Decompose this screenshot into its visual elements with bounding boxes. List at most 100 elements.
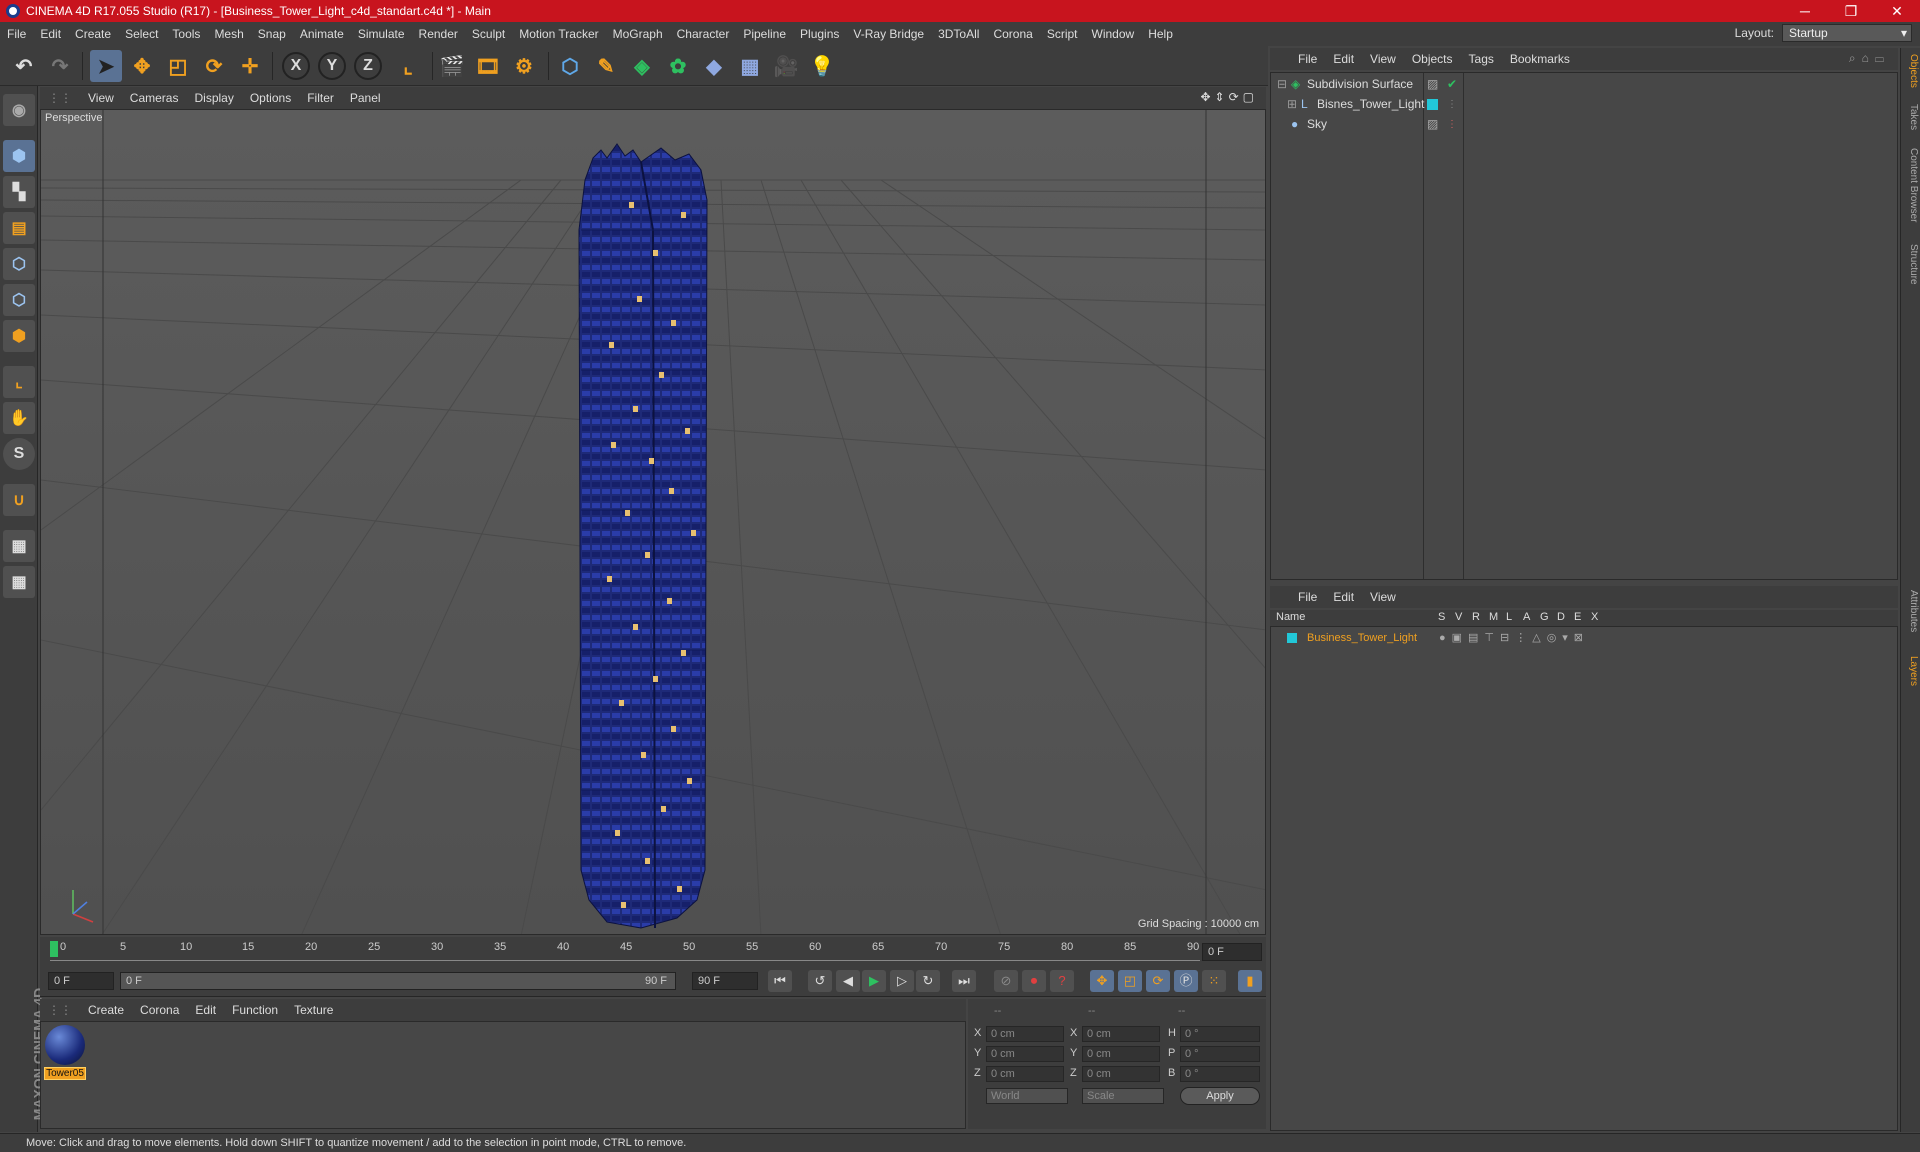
timeline-window-icon[interactable]: ▮: [1238, 970, 1262, 992]
menu-snap[interactable]: Snap: [251, 27, 293, 41]
go-to-end-icon[interactable]: ⏭: [952, 970, 976, 992]
menu-3dtoall[interactable]: 3DToAll: [931, 27, 986, 41]
tab-content-browser[interactable]: Content Browser: [1903, 148, 1919, 222]
material-menu-edit[interactable]: Edit: [187, 1003, 224, 1017]
layer-col-solo[interactable]: S: [1438, 611, 1445, 623]
current-frame-marker[interactable]: [50, 941, 58, 957]
menu-render[interactable]: Render: [412, 27, 465, 41]
objects-menu-view[interactable]: View: [1362, 52, 1404, 66]
snap-toggle-icon[interactable]: S: [3, 438, 35, 470]
rotate-tool-icon[interactable]: ⟳: [198, 50, 230, 82]
layout-dropdown[interactable]: Startup: [1782, 24, 1912, 42]
frame-range-slider[interactable]: 0 F 90 F: [120, 972, 676, 990]
viewport-menu-options[interactable]: Options: [242, 91, 299, 105]
business-tower-model[interactable]: [578, 143, 708, 929]
menu-character[interactable]: Character: [670, 27, 737, 41]
position-z-field[interactable]: 0 cm: [986, 1066, 1064, 1082]
x-axis-lock-button[interactable]: X: [282, 52, 310, 80]
previous-key-icon[interactable]: ↺: [808, 970, 832, 992]
start-frame-field[interactable]: 0 F: [48, 972, 114, 990]
render-picture-viewer-icon[interactable]: 🎞: [472, 50, 504, 82]
rotation-p-field[interactable]: 0 °: [1180, 1046, 1260, 1062]
tab-takes[interactable]: Takes: [1903, 104, 1919, 130]
tweak-mode-icon[interactable]: ✋: [3, 402, 35, 434]
objects-search-icon[interactable]: ⌕⌂▭: [1849, 51, 1890, 66]
cube-primitive-icon[interactable]: ⬡: [554, 50, 586, 82]
next-frame-icon[interactable]: ▷: [890, 970, 914, 992]
size-z-field[interactable]: 0 cm: [1082, 1066, 1160, 1082]
material-swatch[interactable]: Tower05: [44, 1025, 86, 1081]
visibility-dots-icon[interactable]: ⋮: [1447, 115, 1457, 134]
key-rotation-icon[interactable]: ⟳: [1146, 970, 1170, 992]
size-mode-dropdown[interactable]: Scale: [1082, 1088, 1164, 1104]
collapse-icon[interactable]: ⊟: [1277, 75, 1287, 94]
viewport-menu-view[interactable]: View: [80, 91, 122, 105]
z-axis-lock-button[interactable]: Z: [354, 52, 382, 80]
edges-mode-icon[interactable]: ⬡: [3, 284, 35, 316]
tab-attributes[interactable]: Attributes: [1903, 590, 1919, 632]
model-mode-icon[interactable]: ⬢: [3, 140, 35, 172]
menu-edit[interactable]: Edit: [33, 27, 68, 41]
menu-script[interactable]: Script: [1040, 27, 1085, 41]
key-parameter-icon[interactable]: Ⓟ: [1174, 970, 1198, 992]
make-editable-icon[interactable]: ◉: [3, 94, 35, 126]
menu-select[interactable]: Select: [118, 27, 165, 41]
close-button[interactable]: ✕: [1874, 0, 1920, 22]
layers-menu-file[interactable]: File: [1290, 590, 1325, 604]
size-x-field[interactable]: 0 cm: [1082, 1026, 1160, 1042]
layer-col-view[interactable]: V: [1455, 611, 1462, 623]
menu-simulate[interactable]: Simulate: [351, 27, 412, 41]
light-bulb-icon[interactable]: 💡: [806, 50, 838, 82]
undo-icon[interactable]: ↶: [8, 50, 40, 82]
expand-icon[interactable]: ⊞: [1287, 95, 1297, 114]
viewport-navigation-icons[interactable]: ✥⇕⟳▢: [1200, 90, 1258, 104]
select-arrow-icon[interactable]: ➤: [90, 50, 122, 82]
deformer-icon[interactable]: ◆: [698, 50, 730, 82]
rotation-h-field[interactable]: 0 °: [1180, 1026, 1260, 1042]
render-settings-icon[interactable]: ⚙: [508, 50, 540, 82]
rotation-b-field[interactable]: 0 °: [1180, 1066, 1260, 1082]
menu-tools[interactable]: Tools: [165, 27, 207, 41]
menu-pipeline[interactable]: Pipeline: [736, 27, 793, 41]
layer-row[interactable]: Business_Tower_Light ●▣▤⊤⊟⋮△◎▾⊠: [1271, 629, 1897, 648]
key-position-icon[interactable]: ✥: [1090, 970, 1114, 992]
axis-mode-icon[interactable]: ⌞: [3, 366, 35, 398]
menu-help[interactable]: Help: [1141, 27, 1180, 41]
apply-button[interactable]: Apply: [1180, 1087, 1260, 1105]
enabled-check-icon[interactable]: ✔: [1447, 75, 1457, 94]
layer-col-locked[interactable]: L: [1506, 611, 1512, 623]
record-keys-icon[interactable]: ⏺: [1022, 970, 1046, 992]
restore-button[interactable]: ❐: [1828, 0, 1874, 22]
subdivision-generator-icon[interactable]: ◈: [626, 50, 658, 82]
position-x-field[interactable]: 0 cm: [986, 1026, 1064, 1042]
object-row[interactable]: ⊟ ◈ Subdivision Surface ▨ ✔: [1271, 75, 1897, 94]
objects-menu-objects[interactable]: Objects: [1404, 52, 1461, 66]
next-key-icon[interactable]: ↻: [916, 970, 940, 992]
tab-structure[interactable]: Structure: [1903, 244, 1919, 285]
go-to-start-icon[interactable]: ⏮: [768, 970, 792, 992]
layer-toggle-icons[interactable]: ●▣▤⊤⊟⋮△◎▾⊠: [1439, 629, 1589, 648]
texture-mode-icon[interactable]: ▚: [3, 176, 35, 208]
visibility-dots-icon[interactable]: ▨: [1427, 115, 1438, 134]
points-mode-icon[interactable]: ⬡: [3, 248, 35, 280]
minimize-button[interactable]: ─: [1782, 0, 1828, 22]
viewport-menu-filter[interactable]: Filter: [299, 91, 342, 105]
redo-icon[interactable]: ↷: [44, 50, 76, 82]
menu-plugins[interactable]: Plugins: [793, 27, 846, 41]
menu-sculpt[interactable]: Sculpt: [465, 27, 512, 41]
viewport-menu-panel[interactable]: Panel: [342, 91, 389, 105]
layers-menu-edit[interactable]: Edit: [1325, 590, 1362, 604]
objects-menu-bookmarks[interactable]: Bookmarks: [1502, 52, 1578, 66]
position-y-field[interactable]: 0 cm: [986, 1046, 1064, 1062]
viewport-menu-cameras[interactable]: Cameras: [122, 91, 187, 105]
size-y-field[interactable]: 0 cm: [1082, 1046, 1160, 1062]
material-menu-function[interactable]: Function: [224, 1003, 286, 1017]
coordinate-mode-dropdown[interactable]: World: [986, 1088, 1068, 1104]
object-row[interactable]: ● Sky ▨ ⋮: [1271, 115, 1897, 134]
material-menu-corona[interactable]: Corona: [132, 1003, 187, 1017]
layers-menu-view[interactable]: View: [1362, 590, 1404, 604]
render-view-icon[interactable]: 🎬: [436, 50, 468, 82]
menu-mesh[interactable]: Mesh: [207, 27, 250, 41]
workplane-mode-icon[interactable]: ▤: [3, 212, 35, 244]
viewport-menu-display[interactable]: Display: [186, 91, 241, 105]
